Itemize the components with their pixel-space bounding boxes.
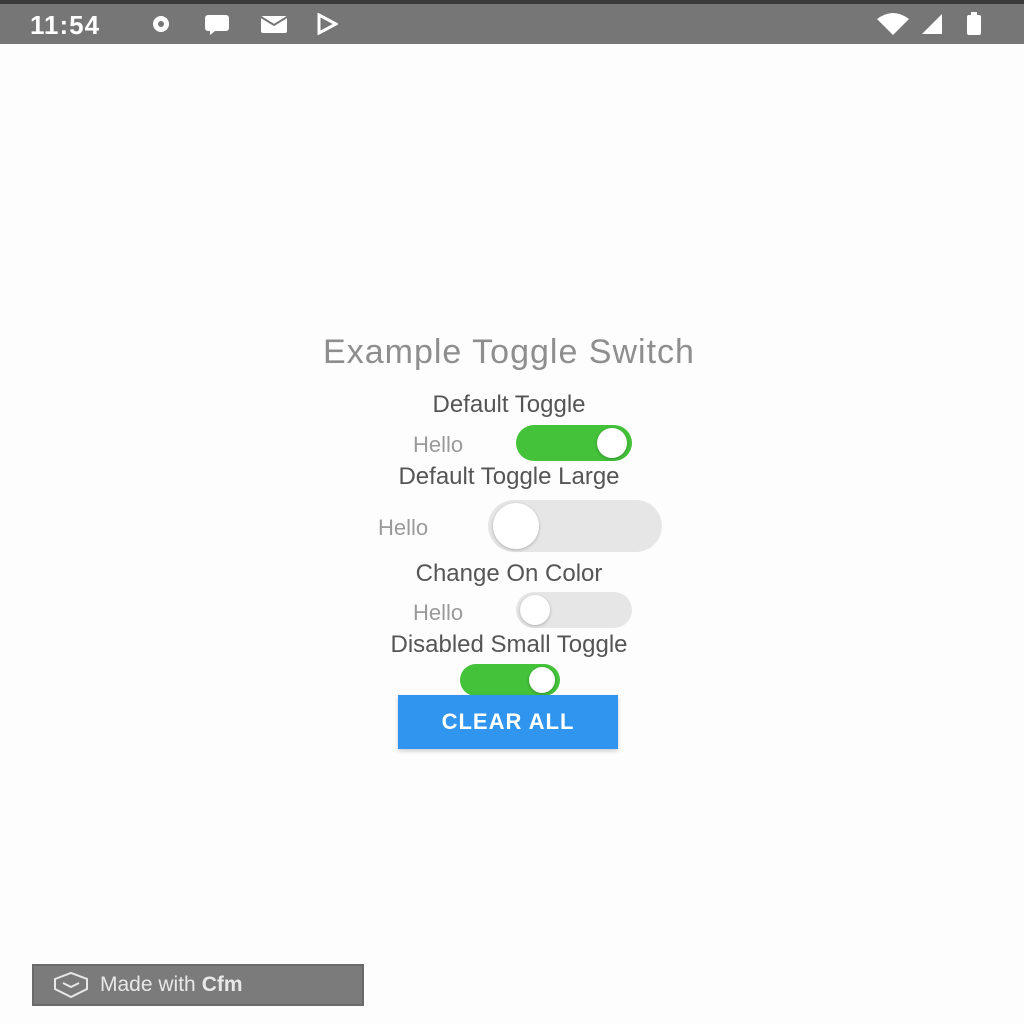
section-label-default-toggle: Default Toggle [432,391,586,418]
toggle-knob [529,667,555,693]
section-label-default-toggle-large: Default Toggle Large [398,463,620,490]
made-with-badge[interactable]: Made with Cfm [32,964,364,1006]
wifi-icon [876,13,910,35]
signal-icon [920,14,944,34]
change-on-color-toggle[interactable] [516,592,632,628]
play-store-icon [316,13,338,35]
disabled-small-toggle [460,664,560,696]
row-label-change-on-color: Hello [413,600,464,625]
toggle-knob [520,595,550,625]
chat-icon [204,14,230,35]
status-bar: 11:54 [0,0,1024,44]
section-label-change-on-color: Change On Color [415,560,603,587]
section-label-disabled-small-toggle: Disabled Small Toggle [390,631,628,658]
toggle-knob [493,503,539,549]
battery-icon [966,12,982,35]
brand-logo-icon [48,971,94,999]
status-time: 11:54 [30,10,101,40]
page-title: Example Toggle Switch [323,333,695,371]
default-toggle-large[interactable] [488,500,662,552]
row-label-default-toggle-large: Hello [378,515,429,540]
app-screen: 11:54 Example Toggle Switch Default Togg… [0,0,1024,1024]
settings-icon [150,14,172,34]
made-with-brand: Cfm [201,973,243,996]
made-with-text: Made with [100,973,196,996]
clear-all-button[interactable]: CLEAR ALL [398,695,618,749]
row-label-default-toggle: Hello [413,432,464,457]
default-toggle[interactable] [516,425,632,461]
toggle-knob [597,428,627,458]
mail-icon [260,14,288,34]
